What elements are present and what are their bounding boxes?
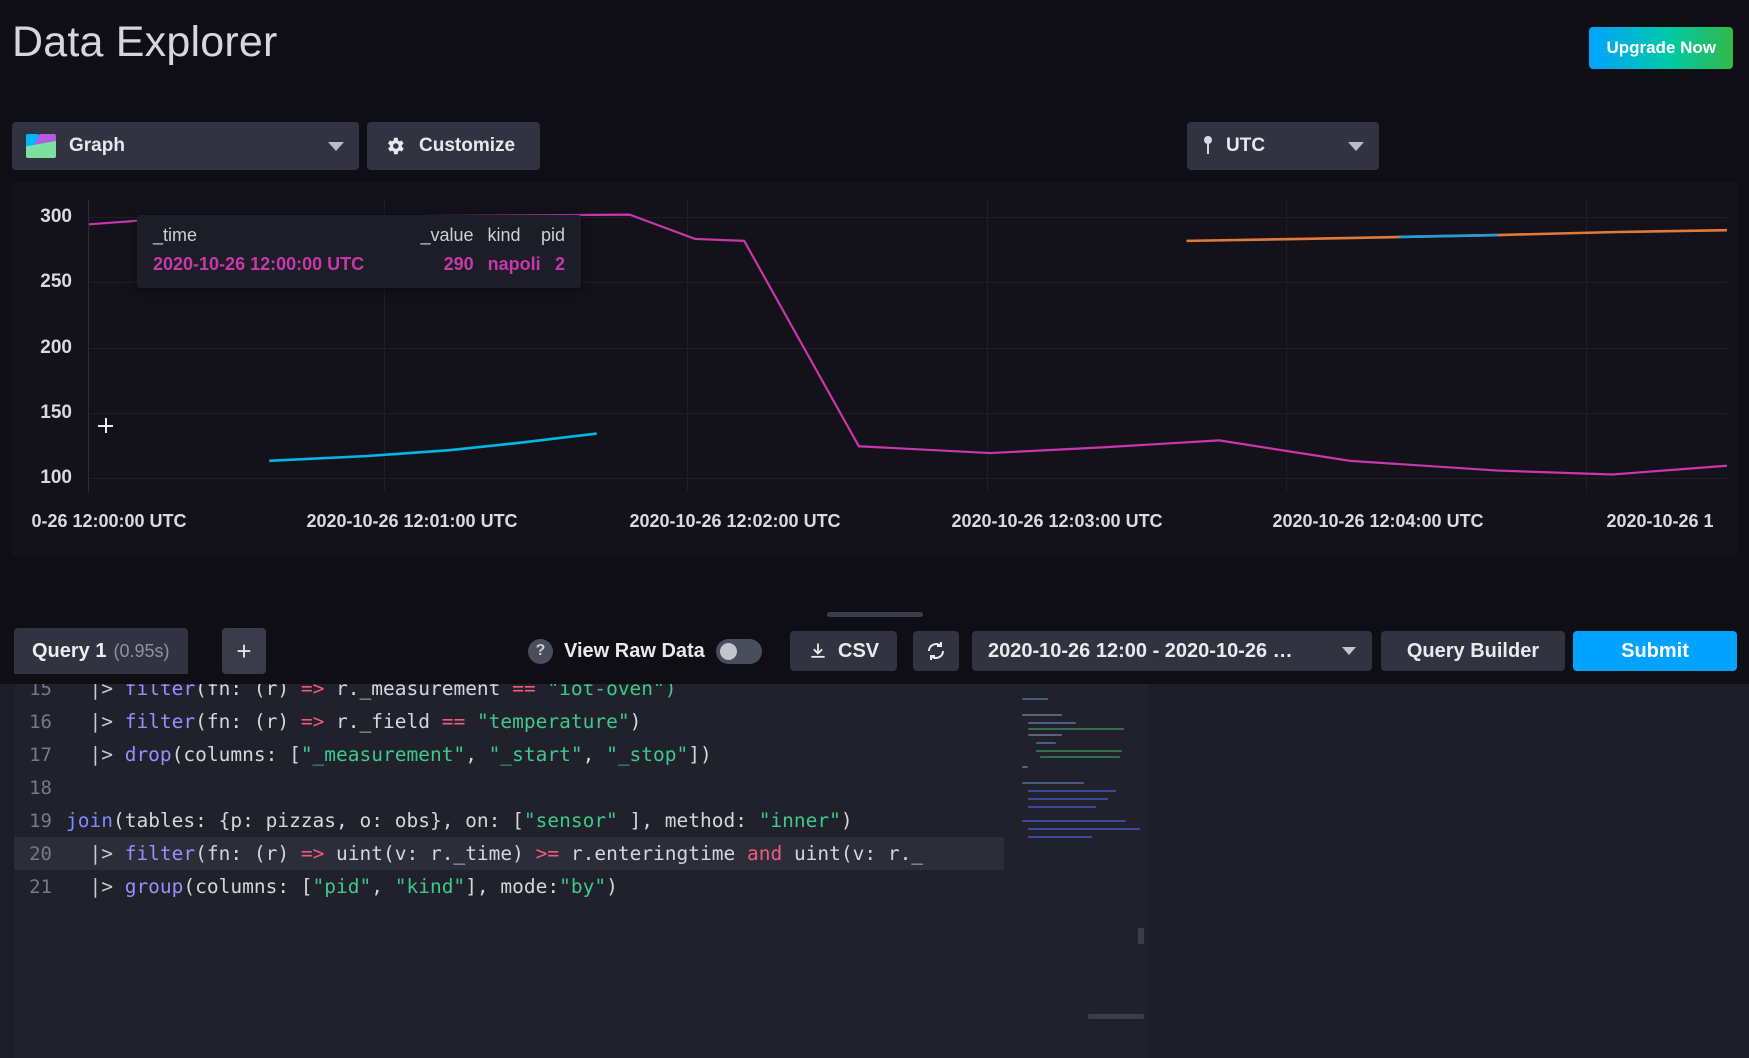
- line-number: 20: [29, 842, 52, 865]
- code-line[interactable]: 20 |> filter(fn: (r) => uint(v: r._time)…: [14, 837, 1004, 870]
- code-text: |> filter(fn: (r) => r._measurement == "…: [66, 684, 677, 700]
- line-number: 17: [29, 743, 52, 766]
- tooltip-value-value: 290: [443, 254, 474, 274]
- tooltip-col-value: _value: [420, 225, 474, 245]
- question-mark-icon[interactable]: ?: [528, 638, 553, 664]
- code-lines[interactable]: 15 |> filter(fn: (r) => r._measurement =…: [14, 684, 1004, 903]
- code-text: |> group(columns: ["pid", "kind"], mode:…: [66, 875, 618, 898]
- csv-label: CSV: [838, 639, 880, 662]
- editor-region: 15 |> filter(fn: (r) => r._measurement =…: [0, 684, 1749, 1058]
- code-line[interactable]: 16 |> filter(fn: (r) => r._field == "tem…: [14, 705, 1004, 738]
- line-number: 19: [29, 809, 52, 832]
- refresh-icon: [928, 642, 944, 660]
- tooltip-value-row: 2020-10-26 12:00:00 UTC 290 napoli 2: [153, 254, 565, 275]
- submit-button[interactable]: Submit: [1573, 631, 1737, 671]
- customize-button[interactable]: Customize: [367, 122, 540, 170]
- csv-download-button[interactable]: CSV: [790, 631, 898, 671]
- tooltip-col-pid: pid: [540, 225, 565, 245]
- chevron-down-icon: [1342, 647, 1356, 655]
- time-range-label: 2020-10-26 12:00 - 2020-10-26 …: [988, 639, 1293, 662]
- download-icon: [811, 643, 825, 658]
- code-text: |> filter(fn: (r) => r._field == "temper…: [66, 710, 642, 733]
- series-blue-late-segment: [1399, 235, 1497, 237]
- y-tick-label: 250: [40, 271, 72, 292]
- tooltip-col-time: _time: [153, 225, 198, 245]
- y-tick-label: 150: [40, 402, 72, 423]
- timezone-dropdown[interactable]: UTC: [1187, 122, 1379, 170]
- refresh-button[interactable]: [913, 631, 959, 671]
- tooltip-value-time: 2020-10-26 12:00:00 UTC: [153, 254, 365, 274]
- x-tick-label: 2020-10-26 12:01:00 UTC: [306, 511, 518, 531]
- code-text: join(tables: {p: pizzas, o: obs}, on: ["…: [66, 809, 853, 832]
- tooltip-header-row: _time _value kind pid: [153, 225, 565, 246]
- view-raw-data-toggle[interactable]: [715, 638, 762, 664]
- query-builder-button[interactable]: Query Builder: [1381, 631, 1565, 671]
- hover-tooltip: _time _value kind pid 2020-10-26 12:00:0…: [137, 215, 581, 288]
- line-number: 21: [29, 875, 52, 898]
- line-number: 16: [29, 710, 52, 733]
- y-axis: 300 250 200 150 100: [12, 182, 80, 512]
- x-axis: 0-26 12:00:00 UTC 2020-10-26 12:01:00 UT…: [12, 511, 1737, 533]
- y-tick-label: 300: [40, 206, 72, 227]
- view-controls-row: Graph Customize UTC: [0, 122, 1749, 292]
- flux-code-editor[interactable]: 15 |> filter(fn: (r) => r._measurement =…: [14, 684, 1004, 1058]
- y-tick-label: 200: [40, 337, 72, 358]
- query-tab-name: Query 1: [32, 639, 107, 662]
- gear-icon: [388, 137, 404, 155]
- tooltip-col-kind: kind: [487, 225, 521, 245]
- x-tick-label: 2020-10-26 1: [1606, 511, 1714, 531]
- customize-label: Customize: [419, 135, 516, 156]
- code-text: |> drop(columns: ["_measurement", "_star…: [66, 743, 712, 766]
- query-tab-1[interactable]: Query 1 (0.95s): [14, 628, 188, 674]
- x-tick-label: 0-26 12:00:00 UTC: [31, 511, 187, 531]
- data-explorer-page: Data Explorer Upgrade Now Graph Customiz…: [0, 0, 1749, 1058]
- series-blue-early: [269, 434, 597, 461]
- panel-resize-handle[interactable]: [826, 612, 923, 617]
- code-line[interactable]: 19 join(tables: {p: pizzas, o: obs}, on: …: [14, 804, 1004, 837]
- visualization-type-dropdown[interactable]: Graph: [12, 122, 359, 170]
- code-minimap[interactable]: [1004, 684, 1148, 1058]
- timezone-label: UTC: [1226, 135, 1266, 156]
- code-line[interactable]: 18: [14, 771, 1004, 804]
- view-raw-data-group: ? View Raw Data: [528, 634, 762, 668]
- tooltip-value-pid: 2: [554, 254, 565, 274]
- x-tick-label: 2020-10-26 12:04:00 UTC: [1272, 511, 1484, 531]
- add-query-button[interactable]: +: [222, 628, 266, 674]
- line-number: 15: [29, 684, 52, 700]
- x-tick-label: 2020-10-26 12:02:00 UTC: [629, 511, 841, 531]
- visualization-type-label: Graph: [69, 135, 125, 156]
- page-title: Data Explorer: [12, 18, 278, 66]
- upgrade-now-button[interactable]: Upgrade Now: [1589, 27, 1733, 69]
- x-tick-label: 2020-10-26 12:03:00 UTC: [951, 511, 1163, 531]
- chevron-down-icon: [1348, 141, 1364, 151]
- line-number: 18: [29, 776, 52, 799]
- page-header: Data Explorer Upgrade Now: [0, 0, 1749, 100]
- code-line[interactable]: 15 |> filter(fn: (r) => r._measurement =…: [14, 684, 1004, 705]
- time-range-dropdown[interactable]: 2020-10-26 12:00 - 2020-10-26 …: [972, 631, 1372, 671]
- tooltip-value-kind: napoli: [487, 254, 541, 274]
- query-tab-duration: (0.95s): [113, 640, 170, 661]
- code-line[interactable]: 17 |> drop(columns: ["_measurement", "_s…: [14, 738, 1004, 771]
- query-toolbar: Query 1 (0.95s) + ? View Raw Data CSV 20…: [0, 628, 1749, 680]
- graph-thumbnail-icon: [26, 134, 56, 158]
- chevron-down-icon: [328, 141, 344, 151]
- code-text: |> filter(fn: (r) => uint(v: r._time) >=…: [66, 842, 924, 865]
- code-line[interactable]: 21 |> group(columns: ["pid", "kind"], mo…: [14, 870, 1004, 903]
- y-tick-label: 100: [40, 467, 72, 488]
- pin-icon: [1201, 135, 1215, 157]
- view-raw-data-label: View Raw Data: [564, 639, 705, 662]
